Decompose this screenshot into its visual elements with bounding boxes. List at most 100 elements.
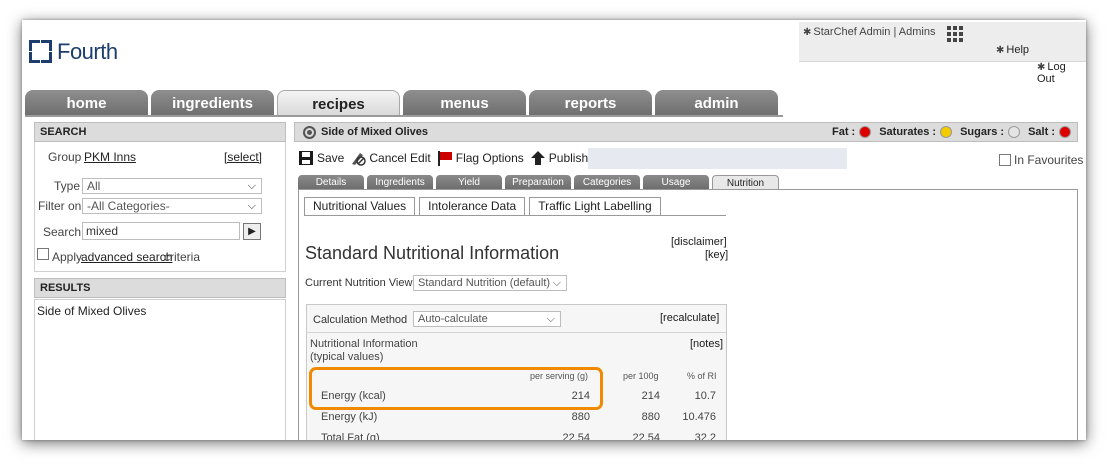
results-list: Side of Mixed Olives xyxy=(34,299,286,440)
cancel-edit-icon xyxy=(352,153,367,166)
traffic-light-summary: Fat : Saturates : Sugars : Salt : xyxy=(832,126,1073,138)
recipe-icon xyxy=(303,126,316,139)
sugars-indicator-icon xyxy=(1008,126,1021,138)
user-name-text: StarChef Admin | Admins xyxy=(813,26,936,38)
fourth-logo[interactable]: Fourth xyxy=(29,39,118,65)
nav-tab-menus[interactable]: menus xyxy=(403,90,526,116)
salt-indicator-icon xyxy=(1059,126,1071,138)
save-button[interactable]: Save xyxy=(298,150,344,166)
favourites-checkbox[interactable] xyxy=(999,154,1011,166)
user-bar: ✱ StarChef Admin | Admins ✱ Help xyxy=(799,22,1086,62)
key-link[interactable]: [key] xyxy=(705,249,728,261)
nav-tab-admin[interactable]: admin xyxy=(655,90,778,116)
chevron-down-icon: ⌵ xyxy=(247,180,256,192)
calculation-method-value: Auto-calculate xyxy=(418,313,488,325)
advanced-search-link[interactable]: advanced search xyxy=(81,250,172,264)
nav-tab-recipes[interactable]: recipes xyxy=(277,90,400,116)
cell-ri: 10.7 xyxy=(694,390,716,402)
flag-options-label: Flag Options xyxy=(455,151,524,165)
help-text: Help xyxy=(1006,44,1030,56)
search-go-button[interactable]: ▶ xyxy=(243,223,261,240)
tab-categories[interactable]: Categories xyxy=(574,175,640,189)
tab-intolerance-data[interactable]: Intolerance Data xyxy=(419,197,526,216)
recipe-title: Side of Mixed Olives xyxy=(321,126,428,138)
tab-usage[interactable]: Usage xyxy=(643,175,709,189)
publish-status-bar xyxy=(588,148,847,169)
results-panel-title: RESULTS xyxy=(34,278,286,298)
flag-icon xyxy=(437,151,452,166)
calculation-divider xyxy=(306,332,727,333)
nutrition-view-value: Standard Nutrition (default) xyxy=(418,277,551,289)
cell-per-serving: 22.54 xyxy=(562,432,590,440)
gear-icon: ✱ xyxy=(803,27,812,38)
app-window: Fourth ✱ StarChef Admin | Admins ✱ Help ✱ L… xyxy=(22,20,1086,440)
row-label: Energy (kJ) xyxy=(321,411,378,423)
main-nav: home ingredients recipes menus reports a… xyxy=(25,90,781,116)
nutrition-view-select[interactable]: Standard Nutrition (default) ⌵ xyxy=(413,275,567,291)
nav-tab-reports[interactable]: reports xyxy=(529,90,652,116)
fat-label: Fat : xyxy=(831,126,856,138)
cell-per-100g: 22.54 xyxy=(632,432,660,440)
saturates-indicator-icon xyxy=(940,126,953,138)
calculation-method-select[interactable]: Auto-calculate ⌵ xyxy=(413,311,561,327)
nutritional-information-title: Nutritional Information (typical values) xyxy=(310,338,418,364)
arrow-right-icon: ▶ xyxy=(248,226,256,237)
tab-ingredients[interactable]: Ingredients xyxy=(367,175,433,189)
disclaimer-link[interactable]: [disclaimer] xyxy=(671,236,727,248)
select-group-link[interactable]: [select] xyxy=(224,150,262,164)
type-select[interactable]: All ⌵ xyxy=(82,178,262,194)
sugars-label: Sugars : xyxy=(960,126,1005,138)
cancel-edit-button[interactable]: Cancel Edit xyxy=(350,150,431,166)
row-label: Total Fat (g) xyxy=(321,432,380,440)
group-link[interactable]: PKM Inns xyxy=(84,150,136,164)
chevron-down-icon: ⌵ xyxy=(552,277,561,289)
nav-tab-ingredients[interactable]: ingredients xyxy=(151,90,274,116)
gear-icon: ✱ xyxy=(1037,62,1046,73)
cell-per-100g: 214 xyxy=(641,390,660,402)
type-select-value: All xyxy=(87,179,101,193)
favourites-toggle[interactable]: In Favourites xyxy=(999,153,1083,167)
tab-traffic-light-labelling[interactable]: Traffic Light Labelling xyxy=(529,197,661,216)
apply-advanced-checkbox[interactable] xyxy=(37,248,49,260)
info-title: Nutritional Information xyxy=(310,338,418,350)
tab-nutrition[interactable]: Nutrition xyxy=(712,175,779,189)
tab-preparation[interactable]: Preparation xyxy=(505,175,571,189)
nav-tab-home[interactable]: home xyxy=(25,90,148,116)
gear-icon: ✱ xyxy=(996,45,1005,56)
chevron-down-icon: ⌵ xyxy=(546,313,555,325)
chevron-down-icon: ⌵ xyxy=(247,200,256,212)
recipe-subtabs: Details Ingredients Yield Preparation Ca… xyxy=(298,175,782,189)
recalculate-link[interactable]: [recalculate] xyxy=(660,312,719,324)
floppy-disk-icon xyxy=(299,151,313,165)
saturates-label: Saturates : xyxy=(879,126,937,138)
salt-label: Salt : xyxy=(1028,126,1055,138)
apps-grid-icon[interactable] xyxy=(947,26,963,42)
calculation-method-label: Calculation Method xyxy=(313,314,408,326)
tab-nutritional-values[interactable]: Nutritional Values xyxy=(304,197,416,216)
type-label: Type xyxy=(54,179,81,193)
result-item[interactable]: Side of Mixed Olives xyxy=(37,304,146,318)
search-label: Search xyxy=(43,225,82,239)
filter-select[interactable]: -All Categories- ⌵ xyxy=(82,198,262,214)
favourites-label: In Favourites xyxy=(1014,153,1084,167)
nutrition-heading: Standard Nutritional Information xyxy=(305,243,560,263)
apply-label: Apply xyxy=(52,250,83,264)
cell-per-100g: 880 xyxy=(641,411,660,423)
notes-link[interactable]: [notes] xyxy=(690,338,723,350)
nutrition-tabs: Nutritional Values Intolerance Data Traf… xyxy=(304,197,665,216)
cell-ri: 10.476 xyxy=(682,411,716,423)
logout-link[interactable]: ✱ Log Out xyxy=(1037,61,1086,85)
help-link[interactable]: ✱ Help xyxy=(996,44,1029,56)
arrow-up-icon xyxy=(530,151,545,165)
cell-ri: 32.2 xyxy=(694,432,716,440)
tab-yield[interactable]: Yield xyxy=(436,175,502,189)
flag-options-button[interactable]: Flag Options xyxy=(437,150,524,166)
search-input[interactable]: mixed xyxy=(82,222,240,240)
fourth-logo-icon xyxy=(29,40,53,64)
filter-label: Filter on xyxy=(38,199,82,213)
tab-details[interactable]: Details xyxy=(298,175,364,189)
user-name[interactable]: ✱ StarChef Admin | Admins xyxy=(803,26,935,38)
fat-indicator-icon xyxy=(859,126,872,138)
criteria-label: criteria xyxy=(164,250,201,264)
highlight-annotation xyxy=(309,367,603,410)
